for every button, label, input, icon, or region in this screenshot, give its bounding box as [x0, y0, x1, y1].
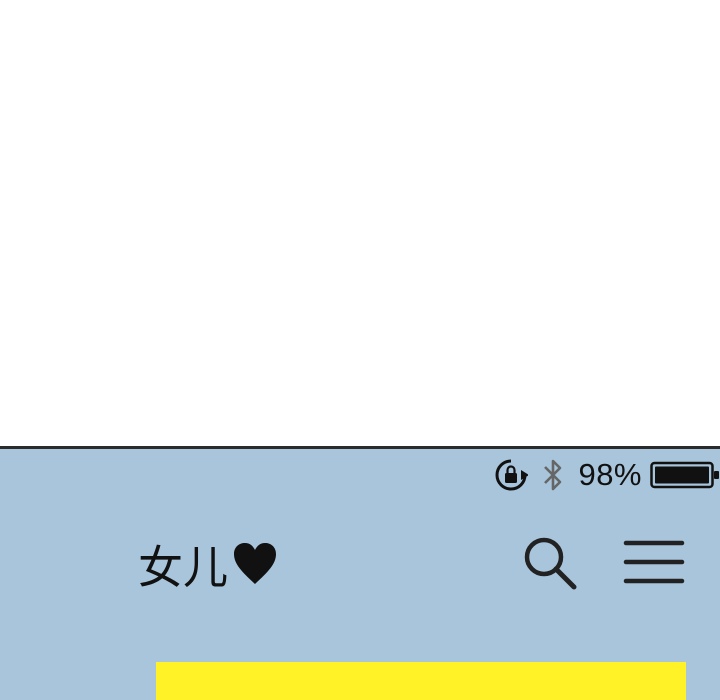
- blank-area: [0, 0, 720, 446]
- search-icon: [520, 537, 582, 599]
- hamburger-menu-icon: [622, 540, 686, 593]
- menu-button[interactable]: [622, 535, 686, 589]
- heart-icon: [232, 542, 278, 586]
- search-button[interactable]: [520, 533, 582, 595]
- yellow-banner: [156, 662, 686, 700]
- status-bar: 98%: [494, 455, 720, 495]
- nav-bar: 女儿: [0, 529, 720, 599]
- battery-percent: 98%: [578, 457, 642, 492]
- page-title: 女儿: [138, 531, 278, 596]
- bluetooth-icon: [540, 457, 566, 493]
- lock-rotation-icon: [494, 458, 529, 492]
- page-title-text: 女儿: [138, 541, 229, 594]
- page: 98% 女儿: [0, 0, 720, 700]
- phone-screen: 98% 女儿: [0, 446, 720, 700]
- battery-icon: [650, 461, 720, 489]
